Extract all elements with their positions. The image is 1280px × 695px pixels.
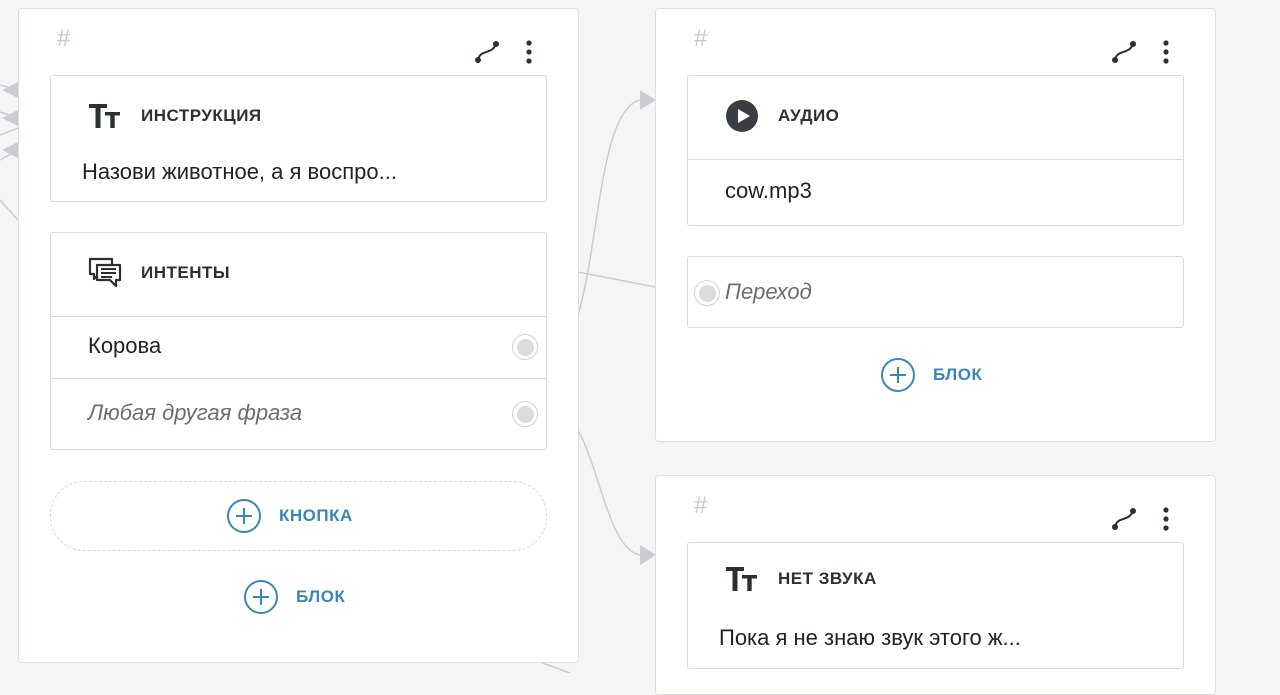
- add-block-label: БЛОК: [296, 587, 346, 606]
- edge-to-transition: [577, 271, 656, 288]
- more-vertical-icon[interactable]: [1161, 506, 1171, 532]
- add-block-button[interactable]: БЛОК: [881, 358, 982, 392]
- block-hash-label: #: [57, 25, 71, 52]
- edge-incoming-5: [0, 199, 19, 221]
- divider: [688, 159, 1183, 160]
- route-icon[interactable]: [1111, 39, 1137, 65]
- audio-title: АУДИО: [778, 106, 840, 125]
- route-icon[interactable]: [1111, 506, 1137, 532]
- intent-label: Любая другая фраза: [88, 400, 303, 425]
- arrowhead-nosound: [640, 545, 656, 565]
- divider: [51, 378, 546, 379]
- block-card-no-sound[interactable]: # НЕТ ЗВУКА Пока я не знаю звук этого ж.…: [655, 475, 1216, 695]
- block-hash-label: #: [694, 25, 708, 52]
- connector-port[interactable]: [512, 401, 538, 427]
- no-sound-title: НЕТ ЗВУКА: [778, 569, 877, 588]
- instruction-text: Назови животное, а я воспро...: [82, 159, 397, 184]
- route-icon[interactable]: [474, 39, 500, 65]
- more-vertical-icon[interactable]: [524, 39, 534, 65]
- edge-bottom: [539, 661, 571, 673]
- block-card-audio[interactable]: # АУДИО cow.mp3 Переход БЛОК: [655, 8, 1216, 442]
- intents-section[interactable]: ИНТЕНТЫ Корова Любая другая фраза: [50, 232, 547, 450]
- audio-section[interactable]: АУДИО cow.mp3: [687, 75, 1184, 226]
- add-block-label: БЛОК: [933, 365, 983, 384]
- plus-circle-icon: [881, 358, 915, 392]
- transition-placeholder: Переход: [725, 279, 812, 304]
- arrowhead-incoming-3: [2, 142, 18, 158]
- plus-circle-icon: [244, 580, 278, 614]
- arrowhead-audio: [640, 90, 656, 110]
- divider: [51, 316, 546, 317]
- arrowhead-incoming-2: [2, 110, 18, 126]
- more-vertical-icon[interactable]: [1161, 39, 1171, 65]
- instruction-title: ИНСТРУКЦИЯ: [141, 106, 262, 125]
- add-block-button[interactable]: БЛОК: [244, 580, 345, 614]
- block-card-instruction[interactable]: # ИНСТРУКЦИЯ Назови животное, а я воспро…: [18, 8, 579, 663]
- add-button-button[interactable]: КНОПКА: [227, 499, 353, 533]
- connector-port[interactable]: [694, 280, 720, 306]
- block-hash-label: #: [694, 492, 708, 519]
- add-button-label: КНОПКА: [279, 506, 353, 525]
- transition-section[interactable]: Переход: [687, 256, 1184, 328]
- audio-file-name: cow.mp3: [725, 178, 812, 203]
- connector-port[interactable]: [512, 334, 538, 360]
- intents-title: ИНТЕНТЫ: [141, 263, 231, 282]
- intent-label: Корова: [88, 333, 162, 358]
- edge-to-nosound: [577, 429, 641, 556]
- chat-lines-icon: [87, 255, 123, 291]
- add-button-area[interactable]: КНОПКА: [50, 481, 547, 551]
- text-format-icon: [724, 561, 760, 597]
- edge-incoming-3: [0, 127, 19, 136]
- arrowhead-incoming-1: [2, 82, 18, 98]
- no-sound-section[interactable]: НЕТ ЗВУКА Пока я не знаю звук этого ж...: [687, 542, 1184, 669]
- no-sound-text: Пока я не знаю звук этого ж...: [719, 625, 1021, 650]
- instruction-section[interactable]: ИНСТРУКЦИЯ Назови животное, а я воспро..…: [50, 75, 547, 202]
- text-format-icon: [87, 98, 123, 134]
- play-circle-icon: [724, 98, 760, 134]
- plus-circle-icon: [227, 499, 261, 533]
